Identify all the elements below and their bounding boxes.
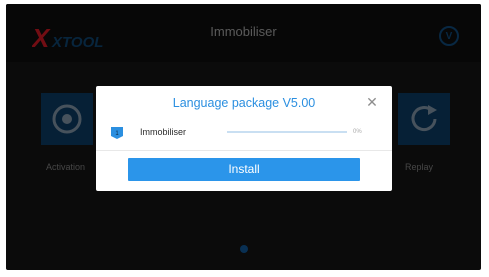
package-progress-bar [227,131,347,133]
package-icon: 1 [111,127,123,139]
package-name: Immobiliser [140,127,187,137]
dialog-divider [96,150,392,151]
device-screen: X XTOOL Immobiliser V Activation Replay … [6,4,481,270]
language-package-dialog: Language package V5.00 ✕ 1 Immobiliser 0… [96,86,392,191]
install-button[interactable]: Install [128,158,360,181]
package-row: 1 Immobiliser 0% [110,124,380,144]
progress-percent: 0% [353,129,362,135]
dialog-title: Language package V5.00 [172,96,316,110]
close-icon[interactable]: ✕ [366,95,378,109]
